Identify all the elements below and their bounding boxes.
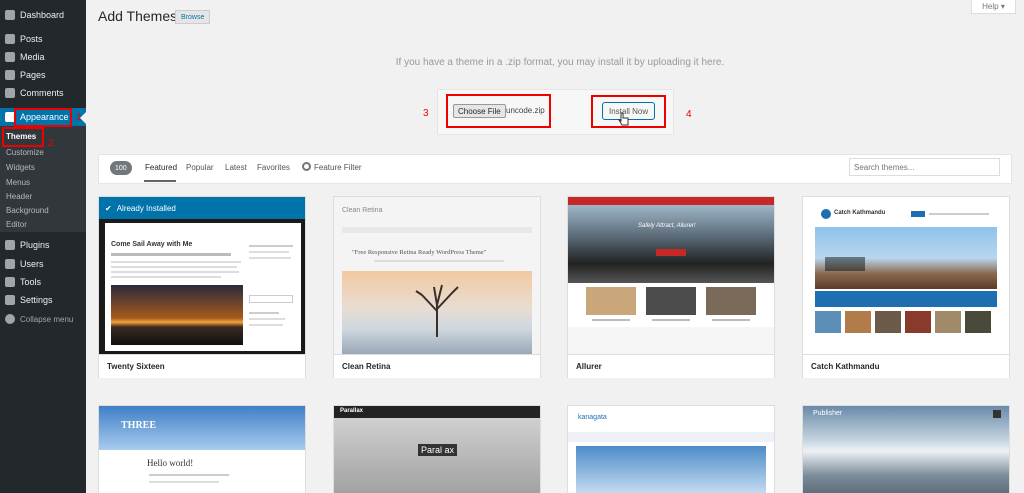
already-installed-banner: ✔ Already Installed xyxy=(99,197,305,219)
page-title: Add Themes xyxy=(98,8,178,24)
gear-icon[interactable] xyxy=(302,162,311,171)
theme-count-badge: 100 xyxy=(110,161,132,175)
tab-favorites[interactable]: Favorites xyxy=(257,163,290,172)
already-installed-label: Already Installed xyxy=(116,203,176,213)
theme-screenshot: Catch Kathmandu xyxy=(803,197,1009,354)
tab-featured[interactable]: Featured xyxy=(145,163,177,172)
theme-logo-text: Paral ax xyxy=(418,444,458,456)
theme-card-clean-retina[interactable]: Clean Retina "Free Responsive Retina Rea… xyxy=(333,196,541,378)
theme-headline: Come Sail Away with Me xyxy=(111,241,193,248)
annotation-box-themes xyxy=(2,127,44,147)
sidebar-item-media[interactable]: Media xyxy=(0,48,86,66)
sidebar-item-users[interactable]: Users xyxy=(0,255,86,273)
search-themes-input[interactable] xyxy=(849,158,1000,176)
theme-headline: Safely Attract, Allurer! xyxy=(638,223,696,229)
sidebar-item-posts[interactable]: Posts xyxy=(0,30,86,48)
theme-card-twenty-sixteen[interactable]: Come Sail Away with Me ✔ Already Installe… xyxy=(98,196,306,378)
settings-icon xyxy=(5,295,15,305)
upload-help-text: If you have a theme in a .zip format, yo… xyxy=(395,57,725,68)
sidebar-item-plugins[interactable]: Plugins xyxy=(0,236,86,254)
theme-card-row2-1[interactable]: THREE Hello world! xyxy=(98,405,306,493)
theme-headline: "Free Responsive Retina Ready WordPress … xyxy=(352,249,487,256)
comments-icon xyxy=(5,88,15,98)
sidebar-item-tools[interactable]: Tools xyxy=(0,273,86,291)
theme-name: Catch Kathmandu xyxy=(803,354,1009,378)
theme-card-allurer[interactable]: Safely Attract, Allurer! Allurer xyxy=(567,196,775,378)
sidebar-item-settings[interactable]: Settings xyxy=(0,291,86,309)
sidebar-item-dashboard[interactable]: Dashboard xyxy=(0,6,86,24)
tab-popular[interactable]: Popular xyxy=(186,163,214,172)
theme-header-text: Catch Kathmandu xyxy=(834,210,886,216)
theme-screenshot: Come Sail Away with Me ✔ Already Installe… xyxy=(99,197,305,354)
annotation-number-4: 4 xyxy=(686,109,692,120)
annotation-box-choose-file xyxy=(446,94,551,128)
theme-card-catch-kathmandu[interactable]: Catch Kathmandu Catch Kathmandu xyxy=(802,196,1010,378)
theme-card-row2-4[interactable]: Publisher xyxy=(802,405,1010,493)
collapse-menu[interactable]: Collapse menu xyxy=(0,310,86,328)
submenu-customize[interactable]: Customize xyxy=(6,148,44,157)
theme-name: Allurer xyxy=(568,354,774,378)
theme-brand: kanagata xyxy=(578,414,607,421)
theme-name: Twenty Sixteen xyxy=(99,354,305,378)
tree-illustration xyxy=(415,284,459,337)
theme-brand: Publisher xyxy=(813,410,843,417)
media-icon xyxy=(5,52,15,62)
submenu-widgets[interactable]: Widgets xyxy=(6,163,35,172)
pages-icon xyxy=(5,70,15,80)
feature-filter-link[interactable]: Feature Filter xyxy=(314,163,362,172)
tab-latest[interactable]: Latest xyxy=(225,163,247,172)
submenu-editor[interactable]: Editor xyxy=(6,220,27,229)
theme-header-text: Clean Retina xyxy=(342,207,383,214)
theme-brand: THREE xyxy=(121,420,157,431)
theme-screenshot: Safely Attract, Allurer! xyxy=(568,197,774,354)
submenu-background[interactable]: Background xyxy=(6,206,49,215)
submenu-header[interactable]: Header xyxy=(6,192,32,201)
pin-icon xyxy=(5,34,15,44)
annotation-number-2: 2 xyxy=(48,138,54,149)
browse-button[interactable]: Browse xyxy=(175,10,211,24)
theme-name: Clean Retina xyxy=(334,354,540,378)
annotation-number-1: 1 xyxy=(76,112,82,123)
submenu-menus[interactable]: Menus xyxy=(6,178,30,187)
check-icon: ✔ xyxy=(105,203,112,213)
annotation-number-3: 3 xyxy=(423,108,429,119)
theme-card-row2-3[interactable]: kanagata xyxy=(567,405,775,493)
theme-screenshot: Clean Retina "Free Responsive Retina Rea… xyxy=(334,197,540,354)
wrench-icon xyxy=(5,277,15,287)
help-tab[interactable]: Help ▾ xyxy=(971,0,1016,14)
collapse-icon xyxy=(5,314,15,324)
dashboard-icon xyxy=(5,10,15,20)
theme-headline: Hello world! xyxy=(147,458,194,468)
theme-card-row2-2[interactable]: Parallax Paral ax xyxy=(333,405,541,493)
admin-sidebar: Dashboard Posts Media Pages Comments App… xyxy=(0,0,86,493)
theme-brand: Parallax xyxy=(340,408,364,414)
plugin-icon xyxy=(5,240,15,250)
annotation-box-appearance xyxy=(14,108,72,127)
users-icon xyxy=(5,259,15,269)
sidebar-item-comments[interactable]: Comments xyxy=(0,84,86,102)
cursor-hand-icon xyxy=(618,112,629,126)
active-tab-indicator xyxy=(144,180,176,182)
sidebar-item-pages[interactable]: Pages xyxy=(0,66,86,84)
